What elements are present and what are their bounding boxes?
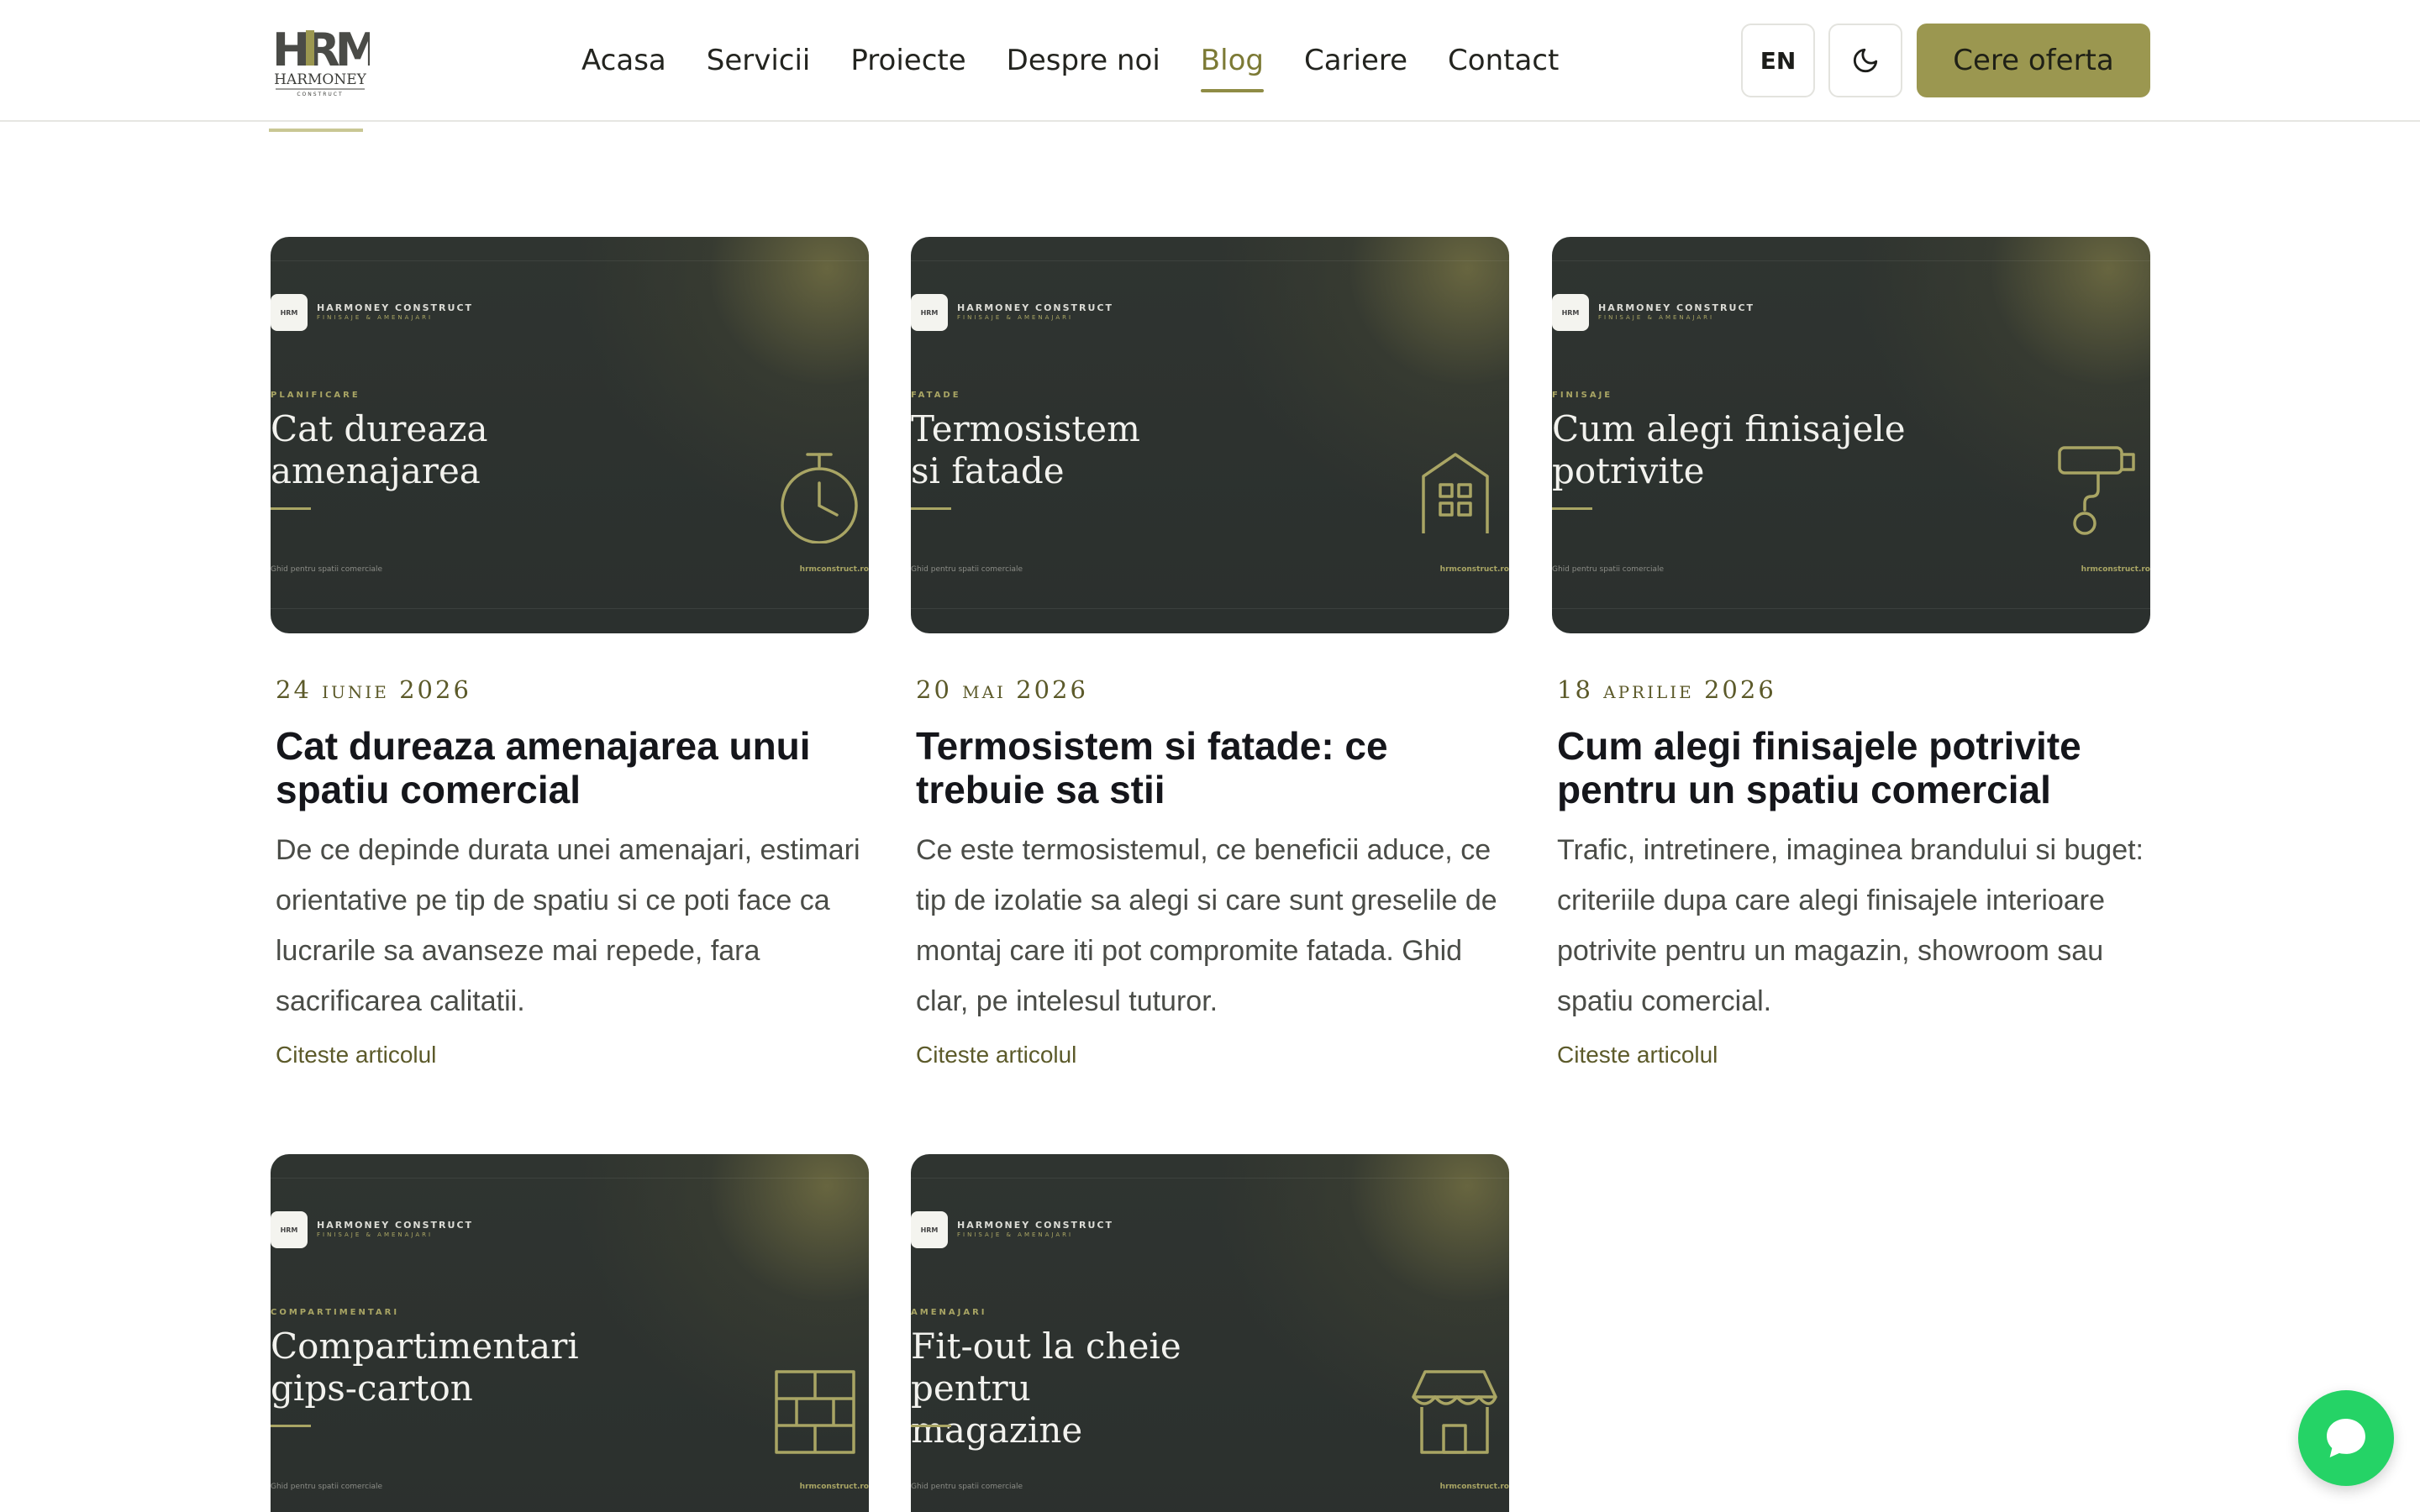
moon-icon bbox=[1853, 48, 1878, 73]
post-title[interactable]: Termosistem si fatade: ce trebuie sa sti… bbox=[916, 724, 1454, 811]
thumbnail-title: Fit-out la cheie pentru magazine bbox=[911, 1326, 1181, 1451]
thumbnail-title: Cum alegi finisajele potrivite bbox=[1552, 408, 1906, 491]
thumbnail-logo: HRM bbox=[911, 294, 948, 331]
thumbnail-tagline: FINISAJE & AMENAJARI bbox=[957, 314, 1074, 321]
thumbnail-logo: HRM bbox=[271, 1211, 308, 1248]
thumbnail-brand: HARMONEY CONSTRUCT bbox=[317, 1220, 474, 1231]
thumbnail-logo: HRM bbox=[911, 1211, 948, 1248]
thumbnail-tagline: FINISAJE & AMENAJARI bbox=[317, 314, 434, 321]
thumbnail-logo: HRM bbox=[1552, 294, 1589, 331]
storefront-icon bbox=[1412, 1370, 1497, 1454]
thumbnail-footer-text: Ghid pentru spatii comerciale bbox=[1552, 565, 1665, 574]
post-date: 18 aprilie 2026 bbox=[1557, 675, 1776, 704]
thumbnail-title: Cat dureaza amenajarea bbox=[271, 408, 488, 491]
language-button[interactable]: EN bbox=[1741, 24, 1815, 97]
chat-bubble-icon bbox=[2327, 1419, 2365, 1457]
nav-item-cariere[interactable]: Cariere bbox=[1304, 34, 1407, 87]
thumbnail-title: Termosistem si fatade bbox=[911, 408, 1140, 491]
nav-item-blog[interactable]: Blog bbox=[1200, 34, 1265, 92]
post-excerpt: De ce depinde durata unei amenajari, est… bbox=[276, 834, 860, 1017]
read-article-link[interactable]: Citeste articolul bbox=[916, 1042, 1076, 1068]
thumbnail-category: FATADE bbox=[911, 391, 961, 400]
post-thumbnail[interactable]: HRM HARMONEY CONSTRUCT FINISAJE & AMENAJ… bbox=[271, 1154, 869, 1512]
nav-item-acasa[interactable]: Acasa bbox=[581, 34, 666, 87]
post-thumbnail[interactable]: HRM HARMONEY CONSTRUCT FINISAJE & AMENAJ… bbox=[1552, 237, 2150, 633]
post-title[interactable]: Cat dureaza amenajarea unui spatiu comer… bbox=[276, 724, 813, 811]
post-thumbnail[interactable]: HRM HARMONEY CONSTRUCT FINISAJE & AMENAJ… bbox=[911, 237, 1509, 633]
thumbnail-category: COMPARTIMENTARI bbox=[271, 1308, 400, 1317]
post-thumbnail[interactable]: HRM HARMONEY CONSTRUCT FINISAJE & AMENAJ… bbox=[911, 1154, 1509, 1512]
blog-card: HRM HARMONEY CONSTRUCT FINISAJE & AMENAJ… bbox=[271, 1154, 869, 1512]
nav-item-proiecte[interactable]: Proiecte bbox=[850, 34, 965, 87]
blog-card: HRM HARMONEY CONSTRUCT FINISAJE & AMENAJ… bbox=[911, 1154, 1509, 1512]
request-quote-button[interactable]: Cere oferta bbox=[1917, 24, 2150, 97]
thumbnail-brand: HARMONEY CONSTRUCT bbox=[1598, 302, 1755, 313]
site-header: HRM HARMONEY CONSTRUCT Acasa Servicii Pr… bbox=[0, 0, 2420, 122]
stopwatch-icon bbox=[781, 453, 858, 543]
post-title[interactable]: Cum alegi finisajele potrivite pentru un… bbox=[1557, 724, 2095, 811]
logo-mark: HRM bbox=[272, 24, 370, 76]
section-accent-line bbox=[269, 129, 363, 132]
thumbnail-tagline: FINISAJE & AMENAJARI bbox=[317, 1231, 434, 1238]
post-date: 20 mai 2026 bbox=[916, 675, 1088, 704]
post-date: 24 iunie 2026 bbox=[276, 675, 471, 704]
post-excerpt: Trafic, intretinere, imaginea brandului … bbox=[1557, 834, 2144, 1017]
blog-card: HRM HARMONEY CONSTRUCT FINISAJE & AMENAJ… bbox=[911, 237, 1509, 1068]
nav-item-contact[interactable]: Contact bbox=[1448, 34, 1559, 87]
nav-item-despre-noi[interactable]: Despre noi bbox=[1007, 34, 1160, 87]
thumbnail-footer-url: hrmconstruct.ro bbox=[1439, 565, 1509, 574]
main-nav: Acasa Servicii Proiecte Despre noi Blog … bbox=[581, 34, 1599, 92]
thumbnail-footer-text: Ghid pentru spatii comerciale bbox=[911, 565, 1023, 574]
read-article-link[interactable]: Citeste articolul bbox=[1557, 1042, 1718, 1068]
thumbnail-brand: HARMONEY CONSTRUCT bbox=[957, 302, 1114, 313]
read-article-link[interactable]: Citeste articolul bbox=[276, 1042, 436, 1068]
thumbnail-category: PLANIFICARE bbox=[271, 391, 360, 400]
paint-roller-icon bbox=[2058, 446, 2135, 535]
nav-item-servicii[interactable]: Servicii bbox=[707, 34, 811, 87]
thumbnail-category: AMENAJARI bbox=[911, 1308, 987, 1317]
thumbnail-brand: HARMONEY CONSTRUCT bbox=[957, 1220, 1114, 1231]
thumbnail-footer-url: hrmconstruct.ro bbox=[799, 565, 869, 574]
thumbnail-title: Compartimentari gips-carton bbox=[271, 1326, 579, 1409]
thumbnail-footer-url: hrmconstruct.ro bbox=[2081, 565, 2150, 574]
thumbnail-footer-url: hrmconstruct.ro bbox=[799, 1483, 869, 1491]
thumbnail-footer-text: Ghid pentru spatii comerciale bbox=[271, 565, 383, 574]
post-thumbnail[interactable]: HRM HARMONEY CONSTRUCT FINISAJE & AMENAJ… bbox=[271, 237, 869, 633]
thumbnail-tagline: FINISAJE & AMENAJARI bbox=[957, 1231, 1074, 1238]
thumbnail-brand: HARMONEY CONSTRUCT bbox=[317, 302, 474, 313]
thumbnail-footer-url: hrmconstruct.ro bbox=[1439, 1483, 1509, 1491]
thumbnail-footer-text: Ghid pentru spatii comerciale bbox=[271, 1483, 383, 1491]
thumbnail-footer-text: Ghid pentru spatii comerciale bbox=[911, 1483, 1023, 1491]
post-excerpt: Ce este termosistemul, ce beneficii aduc… bbox=[916, 834, 1497, 1017]
thumbnail-category: FINISAJE bbox=[1552, 391, 1613, 400]
chat-button[interactable] bbox=[2298, 1390, 2394, 1486]
thumbnail-logo: HRM bbox=[271, 294, 308, 331]
brick-wall-icon bbox=[775, 1370, 855, 1454]
blog-card: HRM HARMONEY CONSTRUCT FINISAJE & AMENAJ… bbox=[1552, 237, 2150, 1068]
theme-toggle-button[interactable] bbox=[1828, 24, 1902, 97]
thumbnail-tagline: FINISAJE & AMENAJARI bbox=[1598, 314, 1715, 321]
logo-wordmark: HARMONEY bbox=[274, 71, 367, 88]
site-logo[interactable]: HRM HARMONEY CONSTRUCT bbox=[271, 22, 381, 97]
logo-tagline: CONSTRUCT bbox=[297, 92, 343, 97]
building-icon bbox=[1422, 453, 1489, 533]
blog-card: HRM HARMONEY CONSTRUCT FINISAJE & AMENAJ… bbox=[271, 237, 869, 1068]
